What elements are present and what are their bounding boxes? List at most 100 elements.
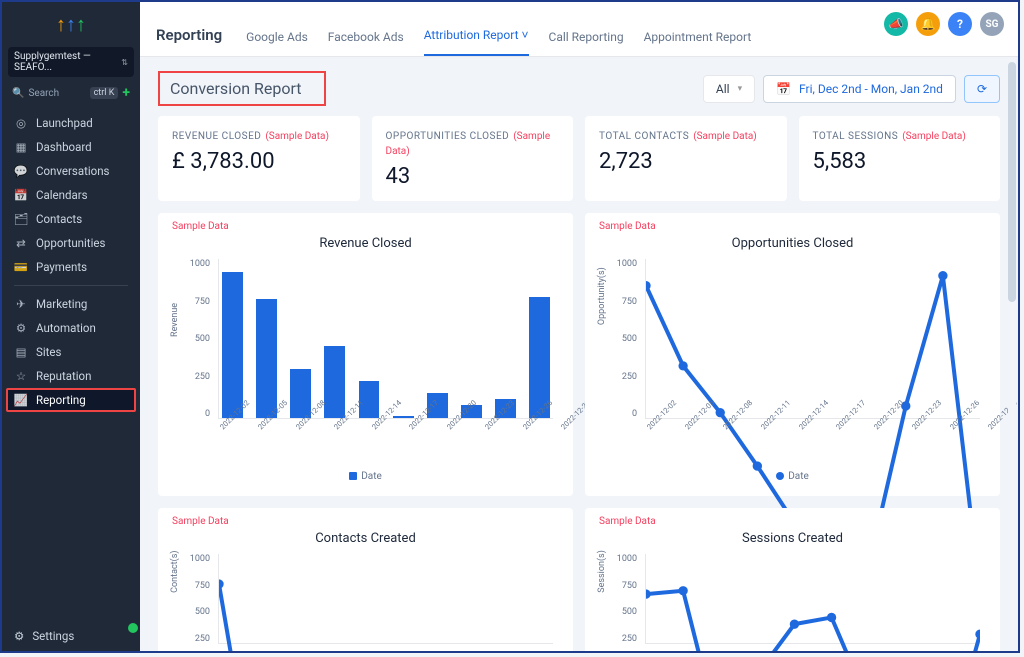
report-title: Conversion Report [158, 71, 326, 106]
opportunities-icon: ⇄ [14, 236, 28, 250]
charts-grid: Sample Data Revenue Closed 1000750500250… [140, 213, 1018, 651]
nav-separator [14, 285, 128, 286]
sidebar-item-conversations[interactable]: 💬 Conversations [2, 159, 140, 183]
kpi-label: REVENUE CLOSED [172, 131, 261, 142]
search-placeholder: Search [28, 88, 59, 99]
kpi-card: TOTAL SESSIONS(Sample Data) 5,583 [799, 116, 1001, 201]
nav-label: Calendars [36, 188, 88, 202]
bell-icon[interactable]: 🔔 [916, 12, 940, 36]
chart-title: Opportunities Closed [599, 236, 986, 251]
subheader: Conversion Report All ▾ 📅 Fri, Dec 2nd -… [140, 57, 1018, 116]
chart-title: Revenue Closed [172, 236, 559, 251]
reputation-icon: ☆ [14, 369, 28, 383]
sidebar-item-marketing[interactable]: ✈ Marketing [2, 292, 140, 316]
search-shortcut: ctrl K [90, 87, 119, 99]
nav-label: Reputation [36, 369, 91, 383]
kpi-card: OPPORTUNITIES CLOSED(Sample Data)43 [372, 116, 574, 201]
report-tabs: Google Ads Facebook Ads Attribution Report… [246, 28, 751, 56]
kpi-row: REVENUE CLOSED (Sample Data) £ 3,783.00 OPP… [140, 116, 1018, 213]
nav-label: Dashboard [36, 140, 92, 154]
tab-attribution-report[interactable]: Attribution Report ˅ [424, 28, 529, 56]
sidebar-item-reporting[interactable]: 📈Reporting [6, 388, 136, 412]
kpi-value: 2,723 [599, 149, 773, 174]
chart-sessions-created: Sample Data Sessions Created 10007505002… [585, 508, 1000, 651]
refresh-icon: ⟳ [977, 82, 987, 96]
contacts-icon: 🗂 [14, 212, 28, 226]
scrollbar[interactable] [1008, 62, 1016, 582]
calendars-icon: 📅 [14, 188, 28, 202]
chart-title: Sessions Created [599, 531, 986, 546]
kpi-value: 43 [386, 164, 560, 189]
date-range-picker[interactable]: 📅 Fri, Dec 2nd - Mon, Jan 2nd [763, 75, 956, 103]
sites-icon: ▤ [14, 345, 28, 359]
settings-label: Settings [32, 629, 74, 643]
sidebar-item-calendars[interactable]: 📅 Calendars [2, 183, 140, 207]
reporting-icon: 📈 [14, 393, 28, 407]
avatar[interactable]: SG [980, 12, 1004, 36]
chevron-down-icon: ▾ [738, 84, 743, 94]
chart-contacts-created: Sample Data Contacts Created 10007505002… [158, 508, 573, 651]
tab-call-reporting[interactable]: Call Reporting [549, 30, 624, 56]
bar [222, 272, 243, 418]
header-icons: 📣 🔔 ? SG [884, 12, 1004, 36]
sidebar-item-sites[interactable]: ▤ Sites [2, 340, 140, 364]
sidebar: ↑↑↑ Supplygemtest — SEAFO... ⇅ 🔍 Search … [2, 2, 140, 651]
search-icon: 🔍 [12, 88, 24, 99]
sample-badge: (Sample Data) [265, 131, 329, 142]
nav-label: Sites [36, 345, 61, 359]
kpi-card: TOTAL CONTACTS (Sample Data) 2,723 [585, 116, 787, 201]
sample-badge: (Sample Data) [902, 131, 966, 142]
calendar-icon: 📅 [776, 82, 791, 96]
kpi-label: OPPORTUNITIES CLOSED [386, 131, 510, 142]
nav-label: Contacts [36, 212, 82, 226]
chart-title: Contacts Created [172, 531, 559, 546]
main-content: Reporting Google Ads Facebook Ads Attribut… [140, 2, 1018, 651]
kpi-value: 5,583 [813, 149, 987, 174]
sample-badge: Sample Data [599, 516, 986, 527]
marketing-icon: ✈ [14, 297, 28, 311]
tab-facebook-ads[interactable]: Facebook Ads [328, 30, 404, 56]
sidebar-item-automation[interactable]: ⚙Automation [2, 316, 140, 340]
nav-label: Payments [36, 260, 87, 274]
sample-badge: Sample Data [172, 516, 559, 527]
chart-opportunities-closed: Sample Data Opportunities Closed 1000750… [585, 213, 1000, 496]
kpi-value: £ 3,783.00 [172, 149, 346, 174]
nav-label: Launchpad [36, 116, 93, 130]
chart-revenue-closed: Sample Data Revenue Closed 1000750500250… [158, 213, 573, 496]
online-indicator [128, 623, 138, 633]
sidebar-item-opportunities[interactable]: ⇄ Opportunities [2, 231, 140, 255]
bar [256, 299, 277, 418]
filter-select[interactable]: All ▾ [703, 75, 755, 103]
search-bar[interactable]: 🔍 Search ctrl K + [8, 83, 134, 103]
nav-label: Conversations [36, 164, 109, 178]
nav-label: Marketing [36, 297, 87, 311]
tab-google-ads[interactable]: Google Ads [246, 30, 308, 56]
refresh-button[interactable]: ⟳ [964, 75, 1000, 103]
kpi-label: TOTAL CONTACTS [599, 131, 689, 142]
page-title: Reporting [156, 26, 222, 44]
announce-icon[interactable]: 📣 [884, 12, 908, 36]
nav-label: Automation [36, 321, 96, 335]
kpi-label: TOTAL SESSIONS [813, 131, 899, 142]
payments-icon: 💳 [14, 260, 28, 274]
sample-badge: (Sample Data) [693, 131, 757, 142]
kpi-card: REVENUE CLOSED (Sample Data) £ 3,783.00 [158, 116, 360, 201]
tab-appointment-report[interactable]: Appointment Report [644, 30, 752, 56]
nav-label: Opportunities [36, 236, 105, 250]
launchpad-icon: ◎ [14, 116, 28, 130]
conversations-icon: 💬 [14, 164, 28, 178]
add-icon[interactable]: + [122, 85, 130, 101]
sidebar-item-payments[interactable]: 💳 Payments [2, 255, 140, 279]
help-icon[interactable]: ? [948, 12, 972, 36]
chevron-updown-icon: ⇅ [121, 58, 128, 67]
account-switcher[interactable]: Supplygemtest — SEAFO... ⇅ [8, 47, 134, 77]
chart-legend: Date [172, 449, 559, 482]
sidebar-settings[interactable]: ⚙ Settings [2, 621, 140, 651]
sidebar-item-reputation[interactable]: ☆ Reputation [2, 364, 140, 388]
account-name: Supplygemtest — SEAFO... [14, 51, 121, 73]
sidebar-item-launchpad[interactable]: ◎ Launchpad [2, 111, 140, 135]
sidebar-item-contacts[interactable]: 🗂 Contacts [2, 207, 140, 231]
logo: ↑↑↑ [2, 2, 140, 47]
sample-badge: Sample Data [599, 221, 986, 232]
sidebar-item-dashboard[interactable]: ▦Dashboard [2, 135, 140, 159]
